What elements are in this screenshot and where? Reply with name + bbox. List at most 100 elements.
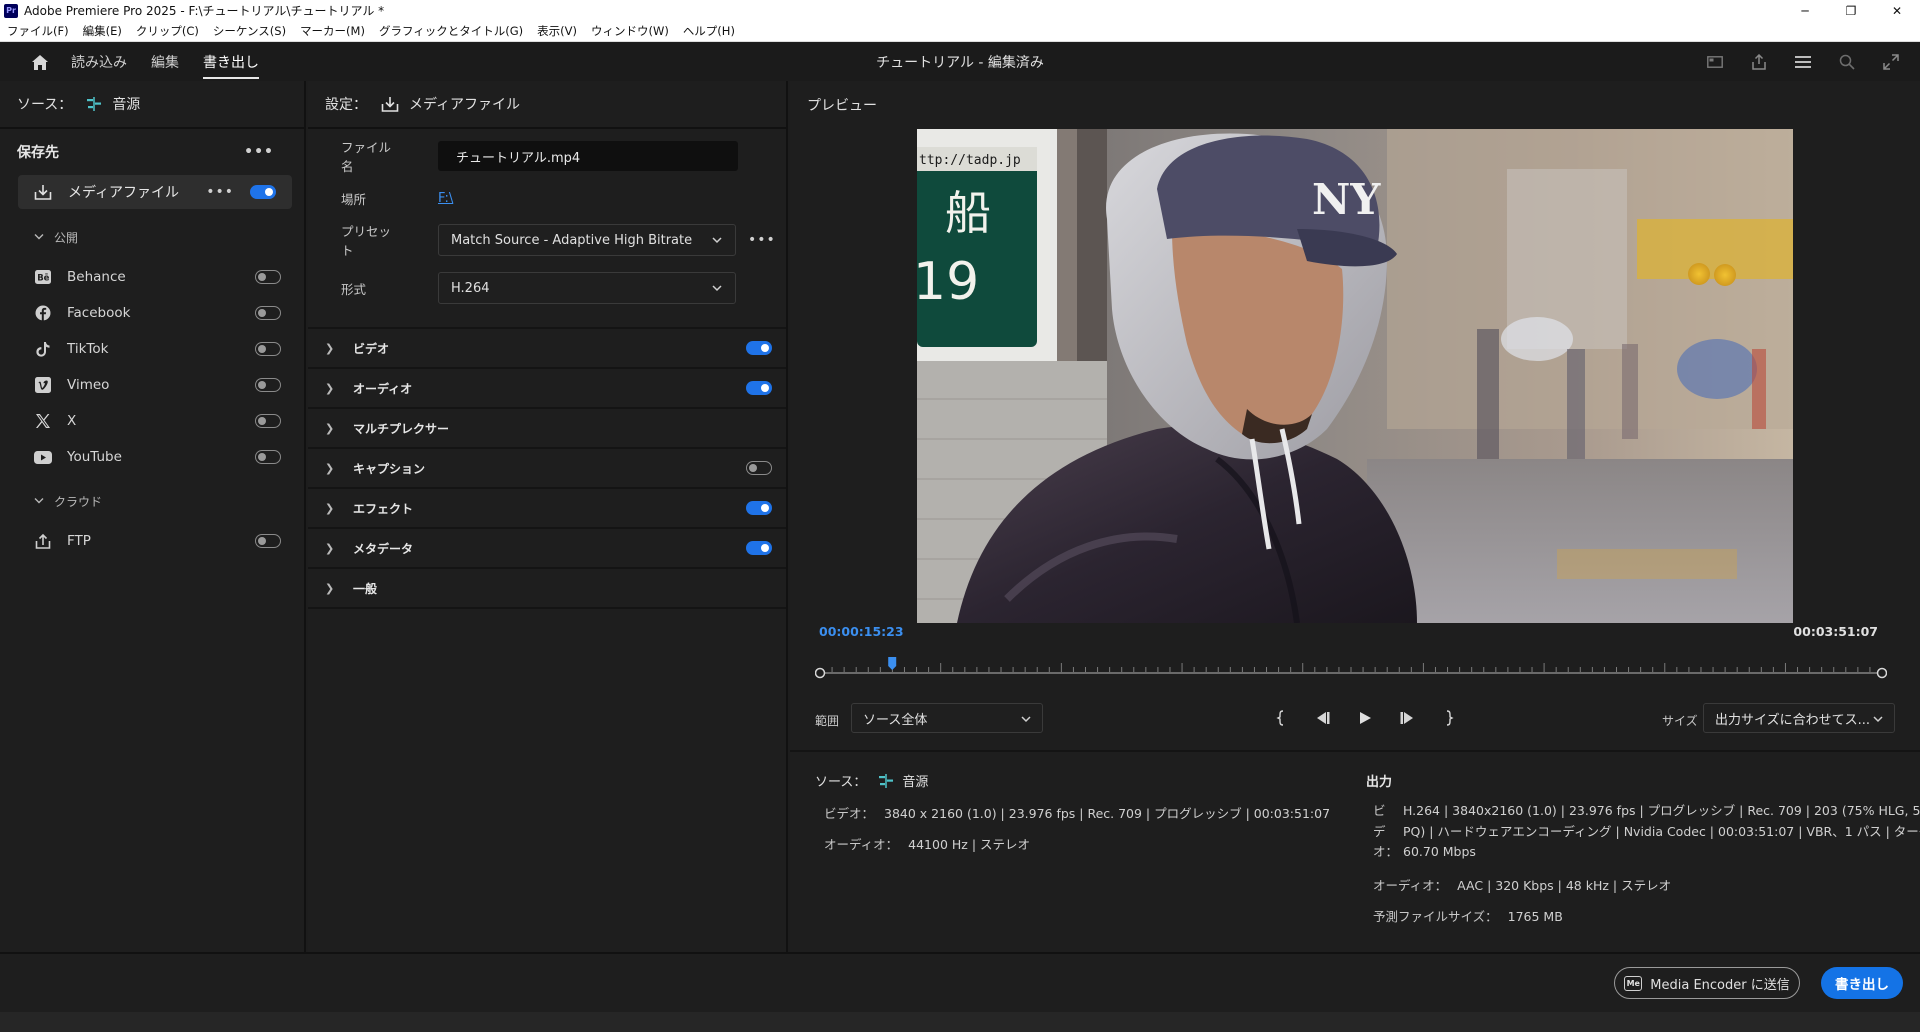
- range-select[interactable]: ソース全体: [851, 703, 1043, 733]
- menu-clip[interactable]: クリップ(C): [129, 23, 206, 39]
- preset-label: プリセット: [341, 224, 392, 258]
- tab-edit[interactable]: 編集: [151, 43, 179, 81]
- destination-media-file[interactable]: メディアファイル •••: [18, 175, 292, 209]
- effects-toggle[interactable]: [746, 501, 772, 515]
- facebook-toggle[interactable]: [255, 306, 281, 320]
- menu-edit[interactable]: 編集(E): [76, 23, 129, 39]
- panel-layout-icon[interactable]: [1704, 51, 1726, 73]
- range-value: ソース全体: [863, 712, 928, 728]
- in-point-handle[interactable]: [815, 667, 826, 679]
- play-icon[interactable]: [1354, 707, 1376, 729]
- destination-facebook[interactable]: Facebook: [33, 299, 287, 327]
- chevron-down-icon: [711, 233, 723, 251]
- section-multiplexer[interactable]: ❯ マルチプレクサー: [308, 407, 786, 447]
- menu-view[interactable]: 表示(V): [530, 23, 584, 39]
- close-button[interactable]: ✕: [1874, 0, 1920, 21]
- public-group[interactable]: 公開: [34, 229, 78, 246]
- minimize-button[interactable]: ─: [1782, 0, 1828, 21]
- playhead-marker[interactable]: [888, 657, 897, 670]
- ftp-toggle[interactable]: [255, 534, 281, 548]
- section-multiplexer-label: マルチプレクサー: [353, 421, 450, 436]
- captions-toggle[interactable]: [746, 461, 772, 475]
- step-forward-icon[interactable]: [1396, 707, 1418, 729]
- location-link[interactable]: F:\: [438, 191, 453, 206]
- facebook-icon: [33, 305, 53, 321]
- tiktok-toggle[interactable]: [255, 342, 281, 356]
- section-audio-label: オーディオ: [353, 381, 413, 396]
- section-audio[interactable]: ❯ オーディオ: [308, 367, 786, 407]
- youtube-toggle[interactable]: [255, 450, 281, 464]
- download-icon: [381, 96, 399, 112]
- range-label: 範囲: [815, 714, 840, 728]
- search-icon[interactable]: [1836, 51, 1858, 73]
- share-icon[interactable]: [1748, 51, 1770, 73]
- behance-toggle[interactable]: [255, 270, 281, 284]
- section-metadata[interactable]: ❯ メタデータ: [308, 527, 786, 567]
- output-video-line: PQ) | ハードウェアエンコーディング | Nvidia Codec | 00…: [1403, 823, 1920, 839]
- destination-youtube[interactable]: YouTube: [33, 443, 287, 471]
- format-select[interactable]: H.264: [438, 272, 736, 304]
- destination-tiktok[interactable]: TikTok: [33, 335, 287, 363]
- section-general[interactable]: ❯ 一般: [308, 567, 786, 609]
- audio-toggle[interactable]: [746, 381, 772, 395]
- destination-more-button[interactable]: •••: [244, 144, 274, 160]
- fullscreen-icon[interactable]: [1880, 51, 1902, 73]
- tab-import[interactable]: 読み込み: [71, 43, 127, 81]
- section-captions[interactable]: ❯ キャプション: [308, 447, 786, 487]
- settings-panel: 設定： メディアファイル ファイル名 チュートリアル.mp4 場所 F:\ プリ…: [308, 81, 788, 952]
- source-audio-info: オーディオ： 44100 Hz | ステレオ: [824, 834, 1030, 853]
- menu-file[interactable]: ファイル(F): [0, 23, 76, 39]
- destination-behance[interactable]: Bē Behance: [33, 263, 287, 291]
- svg-text:NY: NY: [1312, 175, 1381, 224]
- menu-bar: ファイル(F) 編集(E) クリップ(C) シーケンス(S) マーカー(M) グ…: [0, 21, 1920, 42]
- mark-out-button[interactable]: [1438, 707, 1460, 729]
- out-point-handle[interactable]: [1876, 667, 1887, 679]
- source-audio-label: オーディオ：: [824, 837, 899, 852]
- destination-vimeo[interactable]: Vimeo: [33, 371, 287, 399]
- output-filesize-value: 1765 MB: [1507, 909, 1563, 924]
- destination-x[interactable]: X: [33, 407, 287, 435]
- menu-sequence[interactable]: シーケンス(S): [206, 23, 293, 39]
- destinations-panel: ソース： 音源 保存先 ••• メディアファイル ••• 公開 Bē Behan…: [0, 81, 306, 952]
- source-video-info: ビデオ： 3840 x 2160 (1.0) | 23.976 fps | Rec…: [824, 803, 1330, 822]
- step-back-icon[interactable]: [1312, 707, 1334, 729]
- section-video-label: ビデオ: [353, 341, 390, 356]
- home-icon[interactable]: [29, 51, 51, 73]
- media-file-more-button[interactable]: •••: [206, 184, 234, 200]
- filename-input[interactable]: チュートリアル.mp4: [438, 141, 738, 171]
- section-video[interactable]: ❯ ビデオ: [308, 327, 786, 367]
- transport-controls: [1270, 703, 1460, 733]
- cloud-group[interactable]: クラウド: [34, 493, 102, 510]
- public-group-label: 公開: [54, 231, 79, 245]
- export-button[interactable]: 書き出し: [1821, 967, 1903, 999]
- location-row: 場所 F:\: [308, 182, 786, 214]
- destination-ftp[interactable]: FTP: [33, 527, 287, 555]
- tab-export[interactable]: 書き出し: [203, 43, 259, 81]
- preset-more-button[interactable]: •••: [748, 232, 776, 248]
- vimeo-toggle[interactable]: [255, 378, 281, 392]
- preview-title: プレビュー: [807, 98, 877, 114]
- chevron-down-icon: [1872, 712, 1884, 730]
- menu-graphics[interactable]: グラフィックとタイトル(G): [372, 23, 530, 39]
- output-video-label-line: オ：: [1373, 844, 1399, 859]
- timeline-scrubber[interactable]: [815, 657, 1887, 687]
- sequence-icon: [878, 773, 894, 789]
- preset-value: Match Source - Adaptive High Bitrate: [451, 232, 693, 248]
- settings-header: 設定： メディアファイル: [308, 81, 786, 129]
- size-select[interactable]: 出力サイズに合わせてス...: [1703, 703, 1895, 733]
- video-toggle[interactable]: [746, 341, 772, 355]
- x-toggle[interactable]: [255, 414, 281, 428]
- metadata-toggle[interactable]: [746, 541, 772, 555]
- media-file-toggle[interactable]: [250, 185, 276, 199]
- menu-list-icon[interactable]: [1792, 51, 1814, 73]
- preview-panel: プレビュー ttp://tadp.jp 船 19 NY 00:00:15:23 …: [790, 81, 1920, 952]
- preset-select[interactable]: Match Source - Adaptive High Bitrate: [438, 224, 736, 256]
- menu-window[interactable]: ウィンドウ(W): [584, 23, 676, 39]
- send-to-media-encoder-button[interactable]: Me Media Encoder に送信: [1614, 967, 1800, 999]
- section-effects[interactable]: ❯ エフェクト: [308, 487, 786, 527]
- menu-help[interactable]: ヘルプ(H): [676, 23, 742, 39]
- mark-in-button[interactable]: [1270, 707, 1292, 729]
- download-icon: [32, 184, 54, 200]
- maximize-button[interactable]: ❐: [1828, 0, 1874, 21]
- menu-marker[interactable]: マーカー(M): [293, 23, 372, 39]
